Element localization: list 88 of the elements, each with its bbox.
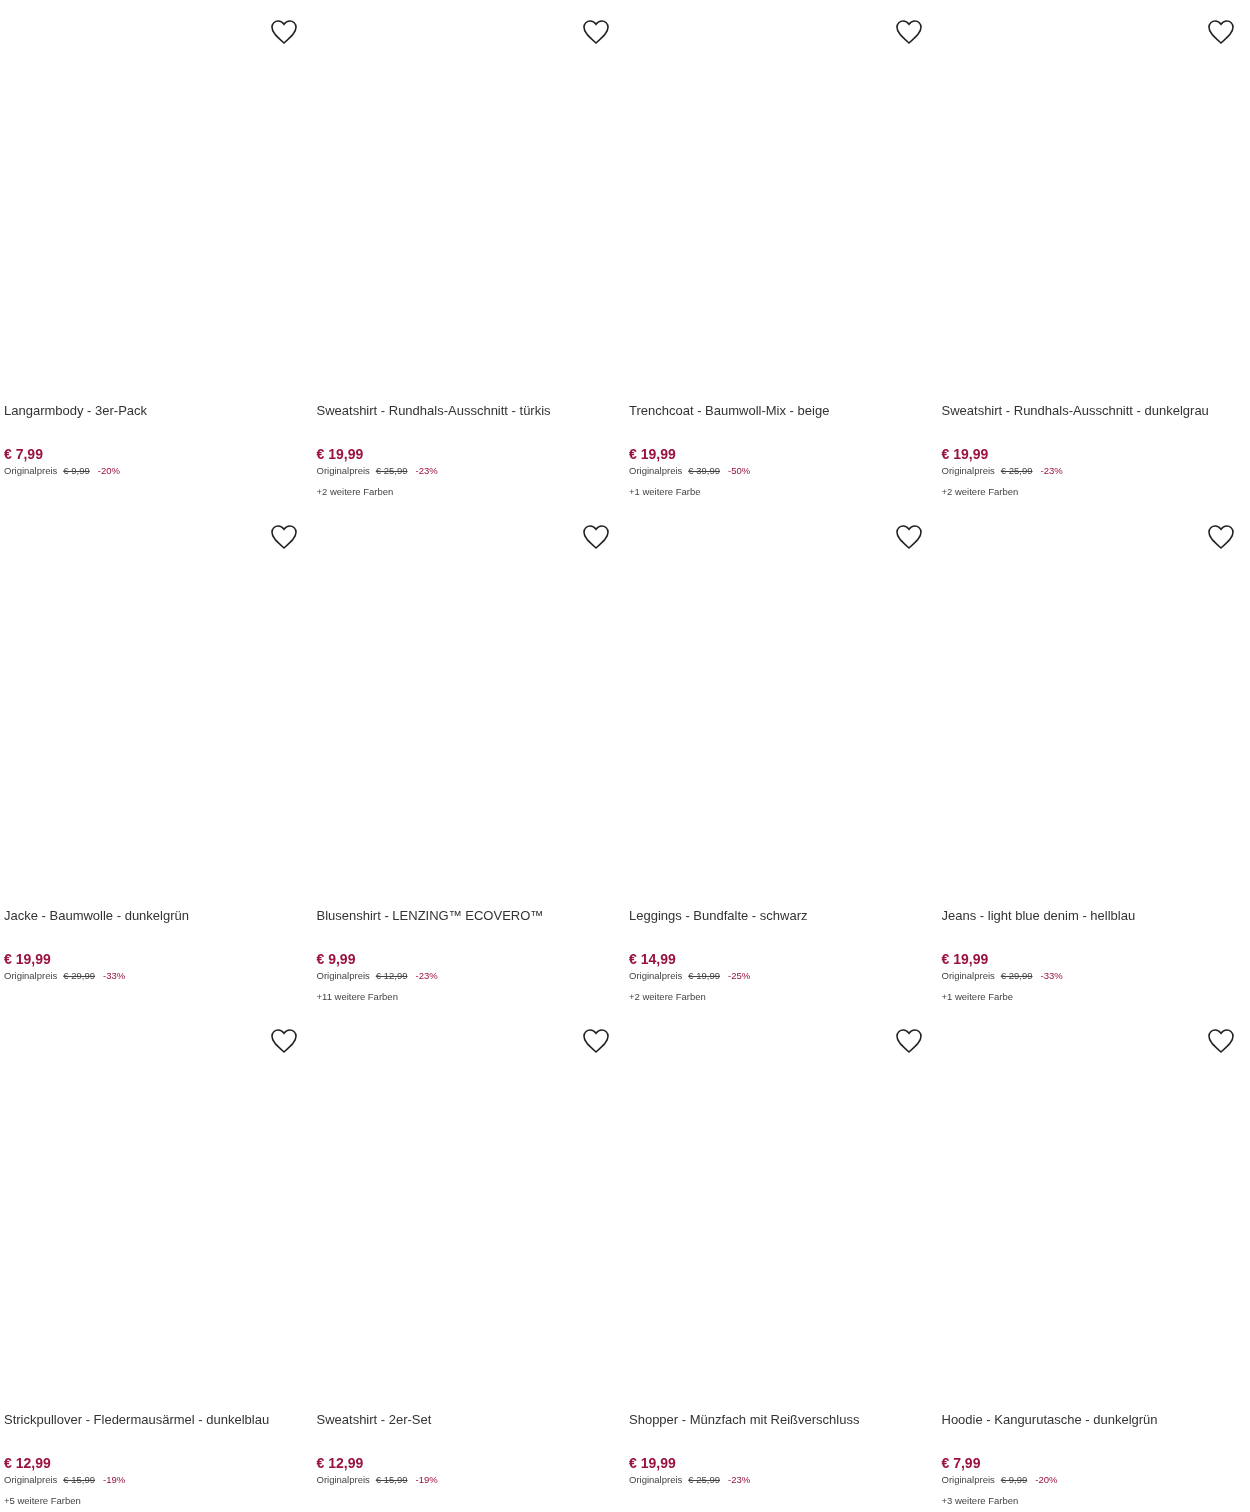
original-price: € 29,99 xyxy=(1000,968,1033,982)
original-price-label: Originalpreis xyxy=(941,1473,995,1486)
discount: -23% xyxy=(728,1473,751,1486)
heart-icon xyxy=(269,523,298,550)
more-colors-link[interactable]: +3 weitere Farben xyxy=(941,1494,1246,1507)
original-price: € 15,99 xyxy=(63,1473,96,1486)
discount: -19% xyxy=(415,1473,438,1486)
original-price: € 25,99 xyxy=(688,1473,721,1486)
wishlist-button[interactable] xyxy=(268,1026,299,1056)
product-title[interactable]: Trenchcoat - Baumwoll-Mix - beige xyxy=(629,402,934,445)
more-colors-link[interactable]: +2 weitere Farben xyxy=(629,989,934,1003)
original-price: € 9,99 xyxy=(1000,1473,1028,1486)
discount: -33% xyxy=(103,968,126,982)
original-price: € 19,99 xyxy=(688,968,721,982)
sale-price: € 7,99 xyxy=(941,1454,982,1472)
discount: -33% xyxy=(1040,968,1063,982)
heart-icon xyxy=(1207,1028,1235,1054)
original-price-label: Originalpreis xyxy=(4,464,58,477)
wishlist-button[interactable] xyxy=(893,1026,924,1056)
discount: -19% xyxy=(103,1473,126,1486)
product-title[interactable]: Strickpullover - Fledermausärmel - dunkelblau xyxy=(4,1411,309,1454)
product-title[interactable]: Langarmbody - 3er-Pack xyxy=(4,402,309,445)
product-title[interactable]: Hoodie - Kangurutasche - dunkelgrün xyxy=(941,1411,1246,1454)
more-colors-link[interactable]: +2 weitere Farben xyxy=(941,485,1246,498)
sale-price: € 19,99 xyxy=(629,1454,677,1472)
heart-icon xyxy=(894,19,923,45)
original-price-label: Originalpreis xyxy=(629,464,683,477)
product-title[interactable]: Sweatshirt - Rundhals-Ausschnitt - türkis xyxy=(316,402,621,445)
original-price: € 9,99 xyxy=(63,464,90,477)
sale-price: € 12,99 xyxy=(4,1454,52,1472)
discount: -23% xyxy=(415,464,438,477)
discount: -25% xyxy=(728,968,751,982)
original-price-label: Originalpreis xyxy=(941,464,995,477)
original-price: € 25,99 xyxy=(1000,464,1033,477)
sale-price: € 19,99 xyxy=(4,949,52,968)
more-colors-link[interactable]: +11 weitere Farben xyxy=(316,989,621,1003)
original-price: € 39,99 xyxy=(688,464,721,477)
original-price-label: Originalpreis xyxy=(4,1473,58,1486)
original-price-label: Originalpreis xyxy=(316,464,370,477)
sale-price: € 9,99 xyxy=(316,949,357,968)
original-price-label: Originalpreis xyxy=(316,1473,370,1486)
discount: -23% xyxy=(415,968,438,982)
product-title[interactable]: Sweatshirt - Rundhals-Ausschnitt - dunkelgrau xyxy=(941,402,1246,445)
discount: -50% xyxy=(728,464,751,477)
original-price-label: Originalpreis xyxy=(629,1473,683,1486)
heart-icon xyxy=(894,523,923,550)
more-colors-link[interactable]: +1 weitere Farbe xyxy=(941,989,1246,1003)
original-price-label: Originalpreis xyxy=(941,968,995,982)
heart-icon xyxy=(582,19,610,45)
wishlist-button[interactable] xyxy=(268,17,299,47)
product-title[interactable]: Jacke - Baumwolle - dunkelgrün xyxy=(4,906,309,950)
original-price-label: Originalpreis xyxy=(316,968,370,982)
discount: -20% xyxy=(1035,1473,1058,1486)
original-price: € 25,99 xyxy=(375,464,408,477)
more-colors-link[interactable]: +2 weitere Farben xyxy=(316,485,621,498)
heart-icon xyxy=(269,19,298,45)
original-price-label: Originalpreis xyxy=(4,968,58,982)
wishlist-button[interactable] xyxy=(1206,17,1236,47)
heart-icon xyxy=(1207,523,1235,550)
sale-price: € 12,99 xyxy=(316,1454,365,1472)
more-colors-link[interactable]: +1 weitere Farbe xyxy=(629,485,934,498)
original-price: € 29,99 xyxy=(63,968,96,982)
wishlist-button[interactable] xyxy=(581,17,611,47)
wishlist-button[interactable] xyxy=(581,1026,611,1056)
wishlist-button[interactable] xyxy=(893,17,924,47)
original-price: € 12,99 xyxy=(375,968,408,982)
product-title[interactable]: Jeans - light blue denim - hellblau xyxy=(941,906,1246,950)
sale-price: € 7,99 xyxy=(4,445,44,463)
discount: -20% xyxy=(97,464,120,477)
original-price: € 15,99 xyxy=(375,1473,408,1486)
sale-price: € 19,99 xyxy=(941,949,990,968)
sale-price: € 19,99 xyxy=(316,445,365,463)
sale-price: € 14,99 xyxy=(629,949,677,968)
sale-price: € 19,99 xyxy=(941,445,990,463)
product-title[interactable]: Shopper - Münzfach mit Reißverschluss xyxy=(629,1411,934,1454)
heart-icon xyxy=(269,1028,298,1054)
product-title[interactable]: Blusenshirt - LENZING™ ECOVERO™ xyxy=(316,906,621,950)
heart-icon xyxy=(894,1028,923,1054)
sale-price: € 19,99 xyxy=(629,445,677,463)
heart-icon xyxy=(582,1028,610,1054)
original-price-label: Originalpreis xyxy=(629,968,683,982)
product-title[interactable]: Sweatshirt - 2er-Set xyxy=(316,1411,621,1454)
more-colors-link[interactable]: +5 weitere Farben xyxy=(4,1494,309,1507)
heart-icon xyxy=(1207,19,1235,45)
heart-icon xyxy=(582,523,610,550)
product-title[interactable]: Leggings - Bundfalte - schwarz xyxy=(629,906,934,950)
wishlist-button[interactable] xyxy=(1206,1026,1236,1056)
discount: -23% xyxy=(1040,464,1063,477)
